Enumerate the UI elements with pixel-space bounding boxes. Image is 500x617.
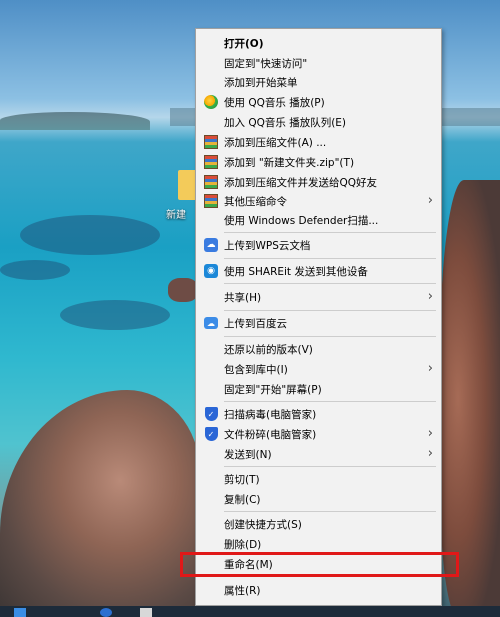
menu-item-delete[interactable]: 删除(D) (196, 534, 441, 554)
menu-item-label: 固定到"开始"屏幕(P) (224, 384, 322, 396)
chevron-right-icon: › (427, 361, 433, 376)
menu-item-label: 添加到压缩文件(A) ... (224, 137, 327, 149)
menu-separator (224, 232, 436, 233)
menu-item-pin-start[interactable]: 固定到"开始"屏幕(P) (196, 379, 441, 399)
menu-item-qq-music-queue[interactable]: 加入 QQ音乐 播放队列(E) (196, 112, 441, 132)
menu-item-label: 扫描病毒(电脑管家) (224, 409, 317, 421)
wps-cloud-icon: ☁ (203, 237, 219, 253)
menu-item-label: 复制(C) (224, 494, 261, 506)
menu-item-create-shortcut[interactable]: 创建快捷方式(S) (196, 514, 441, 534)
rock (0, 390, 200, 617)
menu-separator (224, 258, 436, 259)
menu-item-add-to-zip[interactable]: 添加到 "新建文件夹.zip"(T) (196, 152, 441, 172)
context-menu: 打开(O) 固定到"快速访问" 添加到开始菜单 使用 QQ音乐 播放(P) 加入… (195, 28, 442, 606)
menu-item-label: 上传到WPS云文档 (224, 240, 311, 252)
menu-item-properties[interactable]: 属性(R) (196, 580, 441, 600)
taskbar-app-icon[interactable] (140, 608, 152, 617)
menu-item-share[interactable]: 共享(H) › (196, 287, 441, 307)
reef (60, 300, 170, 330)
menu-item-label: 打开(O) (224, 38, 264, 50)
start-button-icon[interactable] (14, 608, 26, 617)
menu-item-cut[interactable]: 剪切(T) (196, 469, 441, 489)
menu-item-restore-versions[interactable]: 还原以前的版本(V) (196, 339, 441, 359)
menu-item-add-to-archive[interactable]: 添加到压缩文件(A) ... (196, 132, 441, 152)
winrar-icon (203, 154, 219, 170)
menu-item-label: 包含到库中(I) (224, 364, 288, 376)
menu-item-label: 使用 Windows Defender扫描... (224, 215, 379, 227)
menu-item-label: 加入 QQ音乐 播放队列(E) (224, 117, 347, 129)
menu-separator (224, 283, 436, 284)
menu-item-copy[interactable]: 复制(C) (196, 489, 441, 509)
rename-highlight-box (180, 552, 459, 577)
menu-separator (224, 511, 436, 512)
menu-item-send-to[interactable]: 发送到(N) › (196, 444, 441, 464)
baidu-cloud-icon: ☁ (203, 315, 219, 331)
menu-item-label: 创建快捷方式(S) (224, 519, 302, 531)
menu-item-add-start-menu[interactable]: 添加到开始菜单 (196, 72, 441, 92)
menu-item-label: 固定到"快速访问" (224, 58, 308, 70)
chevron-right-icon: › (427, 446, 433, 461)
winrar-icon (203, 174, 219, 190)
menu-item-label: 发送到(N) (224, 449, 272, 461)
menu-item-label: 使用 SHAREit 发送到其他设备 (224, 266, 368, 278)
folder-label: 新建 (166, 210, 186, 221)
rock (168, 278, 198, 302)
shareit-icon: ◉ (203, 263, 219, 279)
menu-item-label: 文件粉碎(电脑管家) (224, 429, 317, 441)
menu-item-label: 其他压缩命令 (224, 196, 287, 208)
chevron-right-icon: › (427, 289, 433, 304)
reef (20, 215, 160, 255)
winrar-icon (203, 193, 219, 209)
chevron-right-icon: › (427, 193, 433, 208)
menu-item-label: 删除(D) (224, 539, 262, 551)
qq-music-icon (203, 94, 219, 110)
menu-item-baidu-upload[interactable]: ☁ 上传到百度云 (196, 313, 441, 333)
menu-item-shareit[interactable]: ◉ 使用 SHAREit 发送到其他设备 (196, 261, 441, 281)
reef (0, 260, 70, 280)
menu-separator (224, 466, 436, 467)
taskbar (0, 606, 500, 617)
menu-item-label: 添加到开始菜单 (224, 77, 298, 89)
menu-separator (224, 336, 436, 337)
menu-item-label: 还原以前的版本(V) (224, 344, 313, 356)
menu-item-label: 使用 QQ音乐 播放(P) (224, 97, 325, 109)
menu-item-archive-send-qq[interactable]: 添加到压缩文件并发送给QQ好友 (196, 172, 441, 192)
menu-item-pin-quick-access[interactable]: 固定到"快速访问" (196, 53, 441, 73)
menu-item-other-compress[interactable]: 其他压缩命令 › (196, 191, 441, 211)
chevron-right-icon: › (427, 426, 433, 441)
menu-item-label: 添加到压缩文件并发送给QQ好友 (224, 177, 378, 189)
menu-item-label: 剪切(T) (224, 474, 260, 486)
menu-item-label: 属性(R) (224, 585, 261, 597)
island (0, 112, 150, 130)
menu-item-label: 上传到百度云 (224, 318, 287, 330)
menu-item-label: 共享(H) (224, 292, 262, 304)
menu-item-virus-scan[interactable]: ✓ 扫描病毒(电脑管家) (196, 404, 441, 424)
menu-item-wps-upload[interactable]: ☁ 上传到WPS云文档 (196, 235, 441, 255)
menu-item-defender-scan[interactable]: 使用 Windows Defender扫描... (196, 210, 441, 230)
menu-separator (224, 401, 436, 402)
tencent-shield-icon: ✓ (203, 426, 219, 442)
menu-item-open[interactable]: 打开(O) (196, 33, 441, 53)
winrar-icon (203, 134, 219, 150)
menu-item-qq-music-play[interactable]: 使用 QQ音乐 播放(P) (196, 92, 441, 112)
tencent-shield-icon: ✓ (203, 406, 219, 422)
desktop-folder[interactable]: 新建 (166, 166, 204, 226)
menu-separator (224, 310, 436, 311)
browser-icon[interactable] (100, 608, 112, 617)
menu-item-label: 添加到 "新建文件夹.zip"(T) (224, 157, 355, 169)
menu-item-include-library[interactable]: 包含到库中(I) › (196, 359, 441, 379)
menu-item-file-shred[interactable]: ✓ 文件粉碎(电脑管家) › (196, 424, 441, 444)
